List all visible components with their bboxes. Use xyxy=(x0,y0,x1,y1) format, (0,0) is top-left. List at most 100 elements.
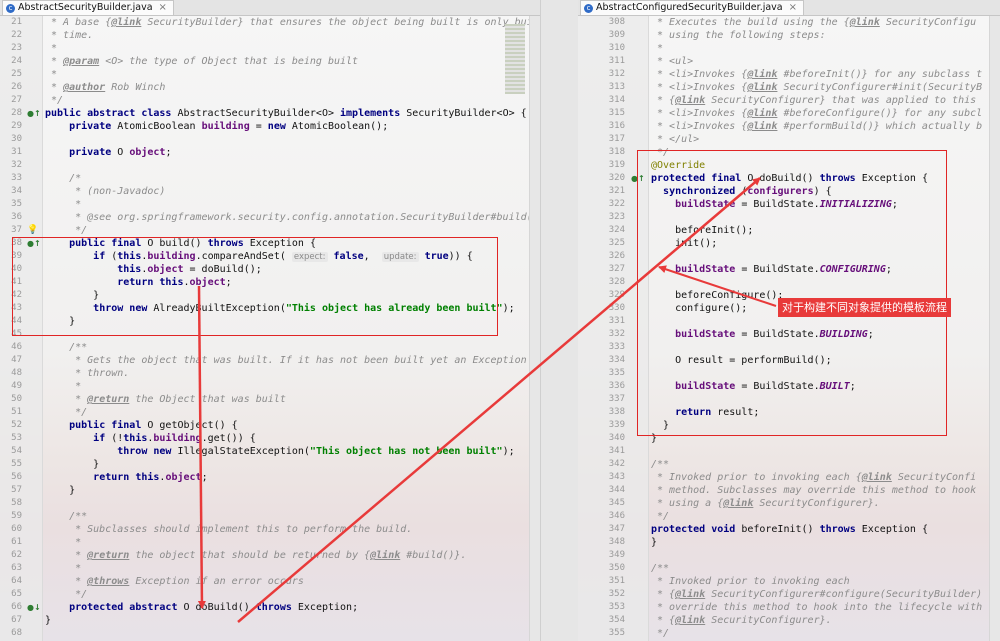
code-text[interactable]: public final O getObject() { xyxy=(45,419,540,432)
code-line[interactable]: 352 * {@link SecurityConfigurer#configur… xyxy=(578,588,1000,601)
code-text[interactable]: */ xyxy=(651,627,1000,640)
code-line[interactable]: 28 public abstract class AbstractSecurity… xyxy=(0,107,540,120)
code-line[interactable]: 24 * @param <O> the type of Object that … xyxy=(0,55,540,68)
code-line[interactable]: 311 * <ul> xyxy=(578,55,1000,68)
code-line[interactable]: 328 xyxy=(578,276,1000,289)
code-text[interactable]: * {@link SecurityConfigurer#configure(Se… xyxy=(651,588,1000,601)
code-text[interactable]: * thrown. xyxy=(45,367,540,380)
code-line[interactable]: 41 return this.object; xyxy=(0,276,540,289)
code-line[interactable]: 32 xyxy=(0,159,540,172)
code-line[interactable]: 64 * @throws Exception if an error occur… xyxy=(0,575,540,588)
code-text[interactable]: throw new IllegalStateException("This ob… xyxy=(45,445,540,458)
code-text[interactable]: * @see org.springframework.security.conf… xyxy=(45,211,540,224)
code-text[interactable]: */ xyxy=(45,588,540,601)
code-text[interactable]: public final O build() throws Exception … xyxy=(45,237,540,250)
code-line[interactable]: 54 throw new IllegalStateException("This… xyxy=(0,445,540,458)
code-line[interactable]: 36 * @see org.springframework.security.c… xyxy=(0,211,540,224)
code-line[interactable]: 53 if (!this.building.get()) { xyxy=(0,432,540,445)
code-line[interactable]: 48 * thrown. xyxy=(0,367,540,380)
code-line[interactable]: 310 * xyxy=(578,42,1000,55)
code-text[interactable]: * override this method to hook into the … xyxy=(651,601,1000,614)
code-text[interactable]: * {@link SecurityConfigurer}. xyxy=(651,614,1000,627)
code-line[interactable]: 322 buildState = BuildState.INITIALIZING… xyxy=(578,198,1000,211)
code-line[interactable]: 43 throw new AlreadyBuiltException("This… xyxy=(0,302,540,315)
code-line[interactable]: 52 public final O getObject() { xyxy=(0,419,540,432)
code-text[interactable]: } xyxy=(45,315,540,328)
code-text[interactable]: * xyxy=(651,42,1000,55)
code-line[interactable]: 31 private O object; xyxy=(0,146,540,159)
code-line[interactable]: 39 if (this.building.compareAndSet( expe… xyxy=(0,250,540,263)
code-line[interactable]: 57 } xyxy=(0,484,540,497)
code-line[interactable]: 320 protected final O doBuild() throws Ex… xyxy=(578,172,1000,185)
code-line[interactable]: 61 * xyxy=(0,536,540,549)
code-text[interactable]: } xyxy=(651,536,1000,549)
code-text[interactable]: * @param <O> the type of Object that is … xyxy=(45,55,540,68)
code-text[interactable]: * (non-Javadoc) xyxy=(45,185,540,198)
code-text[interactable]: } xyxy=(651,419,1000,432)
code-line[interactable]: 338 return result; xyxy=(578,406,1000,419)
code-line[interactable]: 348} xyxy=(578,536,1000,549)
code-text[interactable]: * Subclasses should implement this to pe… xyxy=(45,523,540,536)
code-line[interactable]: 351 * Invoked prior to invoking each xyxy=(578,575,1000,588)
code-line[interactable]: 312 * <li>Invokes {@link #beforeInit()} … xyxy=(578,68,1000,81)
code-text[interactable]: private O object; xyxy=(45,146,540,159)
code-text[interactable]: } xyxy=(651,432,1000,445)
code-text[interactable]: * @author Rob Winch xyxy=(45,81,540,94)
code-text[interactable]: * <li>Invokes {@link SecurityConfigurer#… xyxy=(651,81,1000,94)
implemented-icon[interactable]: ●↑ xyxy=(27,107,41,120)
code-line[interactable]: 59 /** xyxy=(0,510,540,523)
code-line[interactable]: 341 xyxy=(578,445,1000,458)
code-line[interactable]: 316 * <li>Invokes {@link #performBuild()… xyxy=(578,120,1000,133)
code-line[interactable]: 344 * method. Subclasses may override th… xyxy=(578,484,1000,497)
code-line[interactable]: 324 beforeInit(); xyxy=(578,224,1000,237)
code-text[interactable]: return result; xyxy=(651,406,1000,419)
code-text[interactable]: O result = performBuild(); xyxy=(651,354,1000,367)
code-text[interactable]: * xyxy=(45,562,540,575)
code-text[interactable]: init(); xyxy=(651,237,1000,250)
code-line[interactable]: 58 xyxy=(0,497,540,510)
code-line[interactable]: 56 return this.object; xyxy=(0,471,540,484)
code-text[interactable]: * xyxy=(45,68,540,81)
code-line[interactable]: 26 * @author Rob Winch xyxy=(0,81,540,94)
code-line[interactable]: 65 */ xyxy=(0,588,540,601)
code-text[interactable]: protected void beforeInit() throws Excep… xyxy=(651,523,1000,536)
code-line[interactable]: 350 /** xyxy=(578,562,1000,575)
tab-abstract-security-builder[interactable]: c AbstractSecurityBuilder.java × xyxy=(2,0,174,15)
code-line[interactable]: 345 * using a {@link SecurityConfigurer}… xyxy=(578,497,1000,510)
code-text[interactable]: buildState = BuildState.INITIALIZING; xyxy=(651,198,1000,211)
code-line[interactable]: 55 } xyxy=(0,458,540,471)
code-line[interactable]: 22 * time. xyxy=(0,29,540,42)
override-icon[interactable]: ●↑ xyxy=(631,172,645,185)
code-line[interactable]: 326 xyxy=(578,250,1000,263)
code-text[interactable]: } xyxy=(45,614,540,627)
code-line[interactable]: 29 private AtomicBoolean building = new … xyxy=(0,120,540,133)
code-line[interactable]: 332 buildState = BuildState.BUILDING; xyxy=(578,328,1000,341)
code-text[interactable]: this.object = doBuild(); xyxy=(45,263,540,276)
code-text[interactable]: * <li>Invokes {@link #beforeInit()} for … xyxy=(651,68,1000,81)
code-line[interactable]: 317 * </ul> xyxy=(578,133,1000,146)
code-text[interactable]: * xyxy=(45,198,540,211)
code-line[interactable]: 318 */ xyxy=(578,146,1000,159)
code-text[interactable]: buildState = BuildState.BUILT; xyxy=(651,380,1000,393)
close-icon[interactable]: × xyxy=(789,1,797,15)
code-text[interactable]: /** xyxy=(651,458,1000,471)
code-text[interactable]: } xyxy=(45,458,540,471)
code-line[interactable]: 46 /** xyxy=(0,341,540,354)
code-line[interactable]: 25 * xyxy=(0,68,540,81)
code-text[interactable]: if (this.building.compareAndSet( expect:… xyxy=(45,250,540,264)
code-line[interactable]: 346 */ xyxy=(578,510,1000,523)
code-text[interactable]: * using the following steps: xyxy=(651,29,1000,42)
code-text[interactable]: @Override xyxy=(651,159,1000,172)
code-line[interactable]: 27 */ xyxy=(0,94,540,107)
close-icon[interactable]: × xyxy=(159,1,167,15)
code-line[interactable]: 323 xyxy=(578,211,1000,224)
split-divider[interactable] xyxy=(540,0,580,641)
code-line[interactable]: 313 * <li>Invokes {@link SecurityConfigu… xyxy=(578,81,1000,94)
code-text[interactable]: protected abstract O doBuild() throws Ex… xyxy=(45,601,540,614)
code-line[interactable]: 33 /* xyxy=(0,172,540,185)
code-text[interactable]: * <li>Invokes {@link #performBuild()} wh… xyxy=(651,120,1000,133)
code-text[interactable]: return this.object; xyxy=(45,276,540,289)
code-line[interactable]: 325 init(); xyxy=(578,237,1000,250)
code-text[interactable]: */ xyxy=(651,146,1000,159)
code-line[interactable]: 30 xyxy=(0,133,540,146)
